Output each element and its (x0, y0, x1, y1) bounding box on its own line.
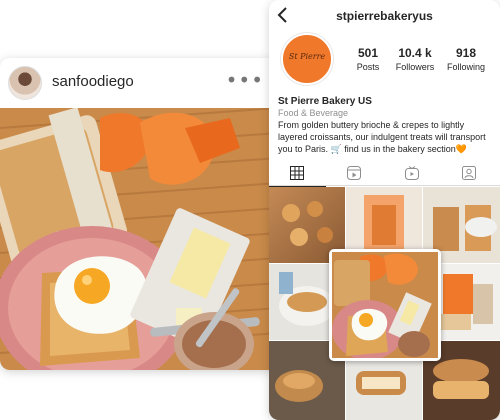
stat-value: 918 (455, 46, 477, 60)
stat-value: 10.4 k (398, 46, 432, 60)
profile-avatar[interactable]: St Pierre (281, 33, 333, 85)
stat-followers[interactable]: 10.4 k Followers (390, 46, 440, 72)
stat-following[interactable]: 918 Following (441, 46, 491, 72)
profile-name: St Pierre Bakery US (278, 96, 372, 107)
post-card: sanfoodiego ••• (0, 58, 278, 370)
tab-grid[interactable] (269, 160, 326, 187)
tab-igtv[interactable] (384, 160, 441, 186)
brand-logo: St Pierre (288, 52, 326, 61)
profile-category: Food & Beverage (278, 108, 349, 118)
stat-posts[interactable]: 501 Posts (343, 46, 393, 72)
post-preview-overlay[interactable] (329, 249, 441, 361)
post-image (0, 108, 278, 370)
stat-label: Posts (356, 62, 380, 72)
more-horizontal-icon[interactable]: ••• (226, 68, 264, 92)
igtv-icon (405, 166, 419, 180)
post-header: sanfoodiego ••• (0, 58, 278, 108)
profile-tabs (269, 160, 500, 187)
grid-icon (290, 166, 304, 180)
reels-icon (347, 166, 361, 180)
tab-tagged[interactable] (441, 160, 498, 186)
stat-label: Followers (395, 62, 435, 72)
post-preview-image (332, 252, 438, 360)
tab-reels[interactable] (326, 160, 383, 186)
avatar[interactable] (8, 66, 42, 100)
profile-handle: stpierrebakeryus (336, 9, 433, 23)
profile-bio: From golden buttery brioche & crepes to … (278, 120, 486, 154)
post-username[interactable]: sanfoodiego (52, 73, 134, 90)
stat-value: 501 (357, 46, 379, 60)
stat-label: Following (446, 62, 486, 72)
tagged-icon (462, 166, 476, 180)
